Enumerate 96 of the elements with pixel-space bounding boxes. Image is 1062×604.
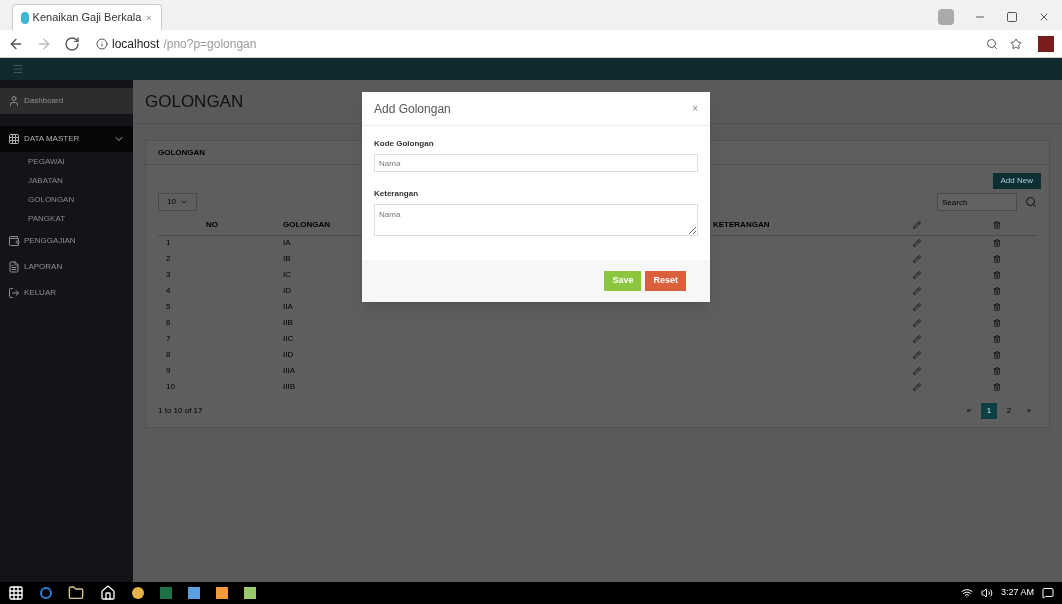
volume-icon[interactable] — [980, 587, 993, 599]
edit-icon[interactable] — [913, 255, 921, 263]
tab-title: Kenaikan Gaji Berkala — [32, 10, 142, 26]
search-icon[interactable] — [986, 37, 998, 50]
table-cell: 6 — [166, 318, 171, 327]
browser-tab[interactable]: Kenaikan Gaji Berkala — [12, 4, 162, 30]
wifi-icon[interactable] — [960, 587, 973, 599]
submenu-item[interactable]: GOLONGAN — [0, 190, 133, 209]
input-field[interactable]: Nama — [374, 154, 698, 172]
table-cell: ID — [283, 286, 291, 295]
sidebar-item[interactable]: DATA MASTER — [0, 126, 133, 152]
sidebar-item[interactable]: KELUAR — [0, 280, 133, 306]
table-cell: 9 — [166, 366, 171, 375]
close-icon[interactable] — [1038, 11, 1050, 23]
column-header[interactable]: NO — [206, 219, 218, 229]
delete-icon[interactable] — [993, 239, 1001, 248]
info-icon[interactable] — [96, 37, 108, 50]
grid-icon — [8, 133, 20, 145]
user-icon — [8, 95, 20, 107]
delete-icon[interactable] — [993, 287, 1001, 295]
table-cell: IB — [283, 254, 291, 263]
submenu-item[interactable]: PEGAWAI — [0, 152, 133, 171]
edit-icon[interactable] — [913, 287, 921, 295]
table-cell: 2 — [166, 254, 171, 263]
edit-icon[interactable] — [913, 335, 921, 343]
menu-icon[interactable] — [12, 63, 24, 75]
delete-icon[interactable] — [993, 351, 1001, 359]
modal-title: Add Golongan — [374, 100, 451, 118]
delete-icon — [993, 220, 1001, 229]
table-cell: IID — [283, 350, 294, 359]
edit-icon[interactable] — [913, 319, 921, 327]
notification-icon[interactable] — [1042, 587, 1054, 599]
add-button[interactable]: Add New — [992, 173, 1041, 189]
field-label: Kode Golongan — [374, 138, 435, 150]
edit-icon[interactable] — [913, 367, 921, 375]
table-cell: 5 — [166, 302, 171, 311]
sidebar-item[interactable]: PENGGAJIAN — [0, 228, 133, 254]
page-link[interactable]: » — [1021, 403, 1037, 419]
text-area[interactable]: Nama — [374, 204, 698, 236]
table-cell: 8 — [166, 350, 171, 359]
edit-icon[interactable] — [913, 303, 921, 311]
page-heading: GOLONGAN — [145, 90, 244, 113]
browser-icon[interactable] — [40, 587, 52, 599]
table-cell: IIB — [283, 318, 293, 327]
edit-icon[interactable] — [913, 271, 921, 279]
delete-icon[interactable] — [993, 335, 1001, 343]
submenu-item[interactable]: PANGKAT — [0, 209, 133, 228]
table-cell: IIC — [283, 334, 294, 343]
sidebar-item[interactable]: Dashboard — [0, 88, 133, 114]
search-field[interactable]: Search — [937, 193, 1017, 211]
logout-icon — [8, 287, 20, 299]
delete-icon[interactable] — [993, 383, 1001, 391]
field-label: Keterangan — [374, 188, 419, 200]
edit-icon — [913, 220, 921, 229]
table-cell: IC — [283, 270, 291, 279]
site-icon — [21, 11, 29, 24]
table-cell: IA — [283, 238, 291, 248]
reload-icon[interactable] — [64, 35, 80, 52]
windows-icon[interactable] — [8, 585, 24, 601]
delete-icon[interactable] — [993, 255, 1001, 263]
clock[interactable]: 3:27 AM — [1000, 586, 1034, 600]
table-cell: 1 — [166, 238, 171, 248]
page-link[interactable]: « — [961, 403, 977, 419]
edit-icon[interactable] — [913, 351, 921, 359]
reset-button[interactable]: Reset — [645, 271, 686, 291]
folder-icon[interactable] — [68, 585, 84, 601]
table-info: 1 to 10 of 17 — [158, 405, 203, 417]
entries-select[interactable]: 10 — [158, 193, 197, 211]
table-cell: IIIB — [283, 382, 295, 391]
search-icon[interactable] — [1025, 196, 1037, 208]
submenu-item[interactable]: JABATAN — [0, 171, 133, 190]
table-cell: 10 — [166, 382, 175, 391]
column-header[interactable]: GOLONGAN — [283, 219, 331, 229]
edit-icon[interactable] — [913, 239, 921, 248]
edit-icon[interactable] — [913, 383, 921, 391]
wallet-icon — [8, 235, 20, 247]
page-link[interactable]: 1 — [981, 403, 997, 419]
panel-title: GOLONGAN — [158, 146, 206, 159]
delete-icon[interactable] — [993, 303, 1001, 311]
star-icon[interactable] — [1010, 37, 1022, 50]
delete-icon[interactable] — [993, 367, 1001, 375]
table-cell: 7 — [166, 334, 171, 343]
close-button[interactable]: × — [692, 101, 698, 116]
delete-icon[interactable] — [993, 319, 1001, 327]
page-link[interactable]: 2 — [1001, 403, 1017, 419]
maximize-icon[interactable] — [1006, 11, 1018, 23]
document-icon — [8, 261, 20, 273]
column-header[interactable]: KETERANGAN — [713, 219, 770, 229]
table-cell: 3 — [166, 270, 171, 279]
table-cell: IIIA — [283, 366, 295, 375]
table-cell: 4 — [166, 286, 171, 295]
table-cell: IIA — [283, 302, 293, 311]
address-bar[interactable]: localhost /pno?p=golongan — [92, 32, 1026, 55]
delete-icon[interactable] — [993, 271, 1001, 279]
caret-icon — [179, 198, 188, 206]
sidebar-item[interactable]: LAPORAN — [0, 254, 133, 280]
